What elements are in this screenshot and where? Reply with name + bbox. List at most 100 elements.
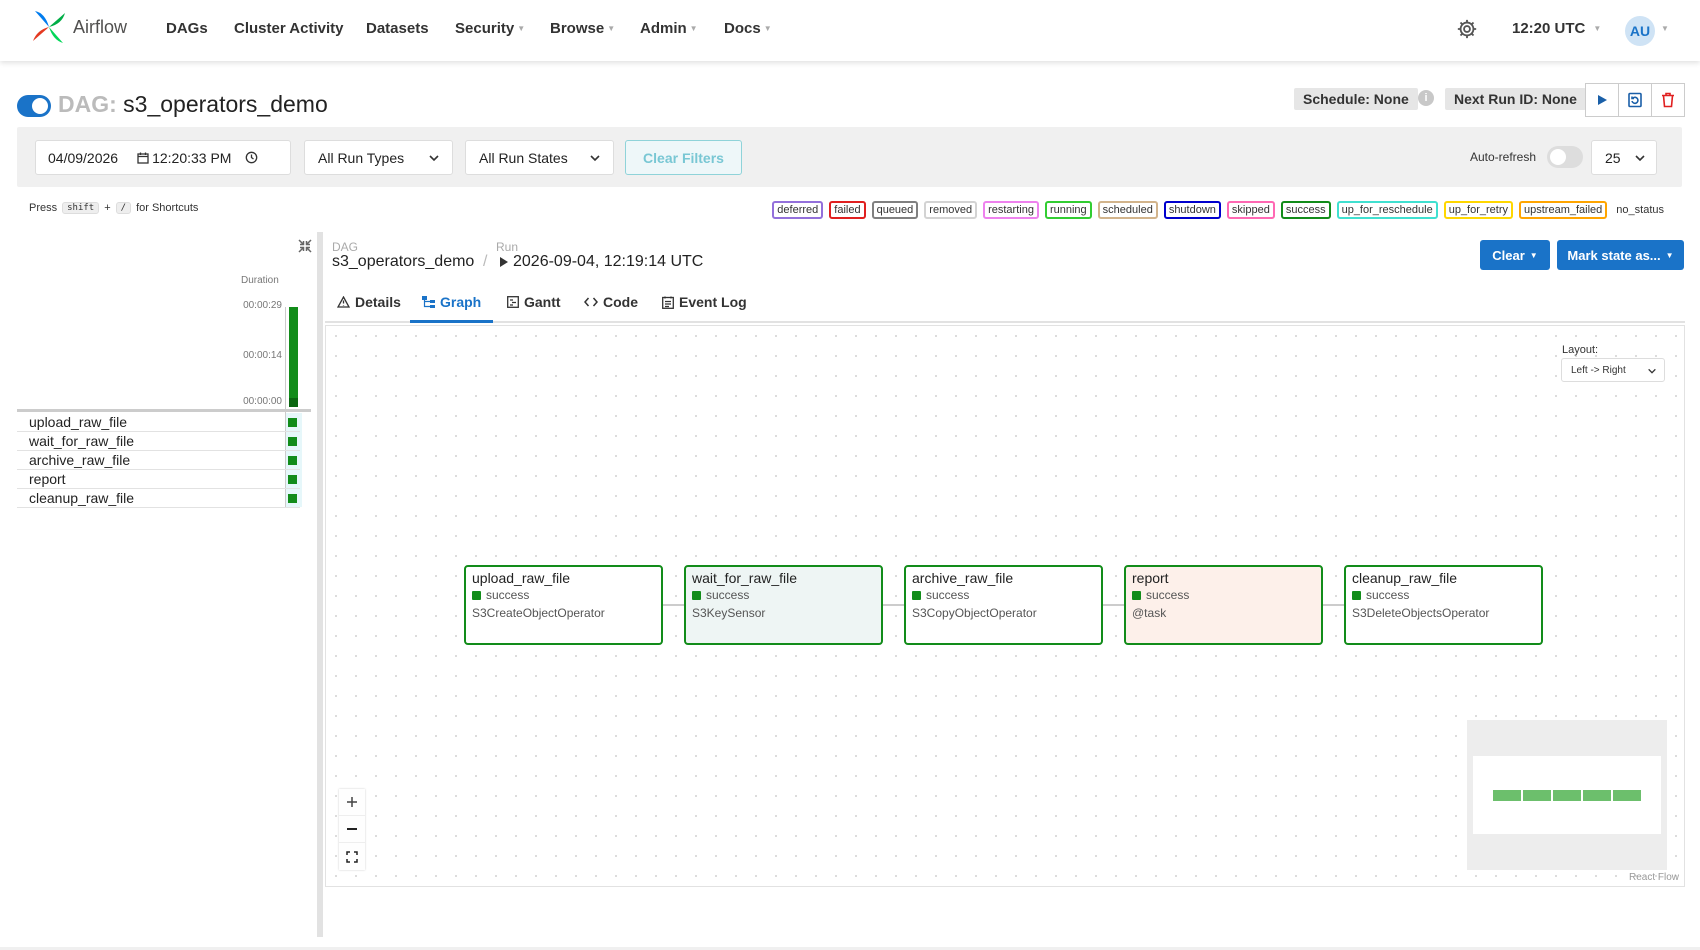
task-node-state-label: success (706, 588, 750, 602)
graph-edge (663, 604, 684, 606)
tab-code[interactable]: Code (584, 294, 638, 310)
collapse-icon[interactable] (297, 238, 313, 254)
legend-scheduled[interactable]: scheduled (1097, 201, 1158, 219)
clock-label: 12:20 UTC (1512, 20, 1586, 37)
trash-icon (1662, 92, 1674, 108)
panel-resize-handle[interactable] (317, 232, 323, 937)
legend-shutdown[interactable]: shutdown (1163, 201, 1221, 219)
tab-details[interactable]: Details (337, 294, 401, 310)
legend-no-status[interactable]: no_status (1613, 201, 1667, 219)
zoom-out-button[interactable] (339, 816, 365, 843)
trigger-dag-button[interactable] (1585, 83, 1619, 117)
nav-admin[interactable]: Admin ▼ (640, 20, 698, 37)
caret-down-icon[interactable]: ▼ (1661, 24, 1669, 33)
layout-select[interactable]: Left -> Right (1561, 358, 1665, 382)
tab-gantt[interactable]: Gantt (507, 294, 561, 310)
nav-browse[interactable]: Browse ▼ (550, 20, 615, 37)
nav-dags[interactable]: DAGs (166, 20, 208, 37)
user-avatar[interactable]: AU (1625, 16, 1655, 46)
delete-dag-button[interactable] (1651, 83, 1685, 117)
breadcrumb-dag-label: DAG (332, 240, 359, 254)
mark-state-label: Mark state as... (1567, 247, 1661, 263)
task-instance-square[interactable] (288, 418, 297, 427)
legend-deferred[interactable]: deferred (772, 201, 824, 219)
legend-up-for-retry[interactable]: up_for_retry (1443, 201, 1514, 219)
auto-refresh-toggle[interactable] (1547, 146, 1583, 168)
nav-datasets-label: Datasets (366, 20, 429, 37)
run-type-select[interactable]: All Run Types (304, 140, 453, 175)
tab-graph[interactable]: Graph (422, 294, 481, 310)
task-instance-square[interactable] (288, 456, 297, 465)
nav-security[interactable]: Security ▼ (455, 20, 525, 37)
caret-down-icon: ▼ (689, 24, 698, 33)
nav-dags-label: DAGs (166, 20, 208, 37)
run-duration-bar[interactable] (289, 307, 298, 407)
task-instance-square[interactable] (288, 494, 297, 503)
tab-event-log-label: Event Log (679, 294, 747, 310)
nav-cluster-activity[interactable]: Cluster Activity (234, 20, 343, 37)
gear-icon[interactable] (1456, 18, 1478, 40)
task-node[interactable]: wait_for_raw_file success S3KeySensor (684, 565, 883, 645)
breadcrumb-run[interactable]: 2026-09-04, 12:19:14 UTC (500, 253, 703, 271)
legend-skipped[interactable]: skipped (1226, 201, 1275, 219)
fit-view-button[interactable] (339, 843, 365, 870)
legend-queued[interactable]: queued (871, 201, 919, 219)
nav-cluster-activity-label: Cluster Activity (234, 20, 344, 37)
nav-datasets[interactable]: Datasets (366, 20, 429, 37)
execution-date-input[interactable]: 04/09/2026 12:20:33 PM (35, 140, 291, 175)
active-tab-indicator (410, 320, 493, 323)
state-square (692, 590, 701, 600)
clear-filters-button[interactable]: Clear Filters (625, 140, 742, 175)
legend-running[interactable]: running (1044, 201, 1092, 219)
legend-up-for-reschedule[interactable]: up_for_reschedule (1336, 201, 1438, 219)
nav-admin-label: Admin (640, 20, 687, 37)
nav-security-label: Security (455, 20, 515, 37)
task-row[interactable]: wait_for_raw_file (17, 432, 300, 451)
zoom-controls (339, 789, 365, 870)
tab-code-label: Code (603, 294, 638, 310)
state-square (1352, 590, 1361, 600)
parse-dag-button[interactable] (1618, 83, 1652, 117)
mark-state-button[interactable]: Mark state as... ▼ (1557, 240, 1684, 270)
task-row[interactable]: archive_raw_file (17, 451, 300, 470)
nav-docs[interactable]: Docs ▼ (724, 20, 772, 37)
clear-run-label: Clear (1492, 247, 1525, 263)
task-node[interactable]: report success @task (1124, 565, 1323, 645)
zoom-in-button[interactable] (339, 789, 365, 816)
num-runs-select[interactable]: 25 (1591, 140, 1657, 175)
react-flow-attribution[interactable]: React Flow (1629, 872, 1679, 883)
clear-run-button[interactable]: Clear ▼ (1480, 240, 1550, 270)
code-icon (584, 297, 598, 307)
task-node-state: success (472, 588, 655, 602)
dag-pause-toggle[interactable] (17, 95, 51, 117)
task-instance-square[interactable] (288, 475, 297, 484)
legend-upstream-failed[interactable]: upstream_failed (1519, 201, 1608, 219)
legend-removed[interactable]: removed (924, 201, 978, 219)
nav-clock[interactable]: 12:20 UTC ▼ (1512, 20, 1601, 37)
calendar-icon[interactable] (137, 152, 149, 164)
minimap-node (1493, 790, 1521, 801)
run-state-select[interactable]: All Run States (465, 140, 614, 175)
tab-event-log[interactable]: Event Log (662, 294, 747, 310)
task-row[interactable]: report (17, 470, 300, 489)
legend-restarting[interactable]: restarting (983, 201, 1039, 219)
duration-tick: 00:00:29 (243, 300, 282, 311)
task-node[interactable]: cleanup_raw_file success S3DeleteObjectsOp… (1344, 565, 1543, 645)
nav-docs-label: Docs (724, 20, 761, 37)
state-square (472, 590, 481, 600)
time-value: 12:20:33 PM (152, 149, 232, 166)
breadcrumb-dag[interactable]: s3_operators_demo (332, 253, 474, 271)
task-row[interactable]: cleanup_raw_file (17, 489, 300, 508)
brand[interactable]: Airflow (31, 9, 127, 45)
task-node[interactable]: upload_raw_file success S3CreateObjectOper… (464, 565, 663, 645)
info-icon[interactable]: i (1418, 90, 1434, 106)
task-row[interactable]: upload_raw_file (17, 413, 300, 432)
shortcuts-plus: + (104, 202, 111, 214)
tab-bar: Details Graph Gantt Code Event Log (325, 283, 1685, 323)
kbd-slash: / (115, 202, 132, 214)
task-node[interactable]: archive_raw_file success S3CopyObjectOpera… (904, 565, 1103, 645)
clock-icon[interactable] (245, 151, 258, 164)
task-instance-square[interactable] (288, 437, 297, 446)
legend-success[interactable]: success (1280, 201, 1331, 219)
legend-failed[interactable]: failed (829, 201, 866, 219)
